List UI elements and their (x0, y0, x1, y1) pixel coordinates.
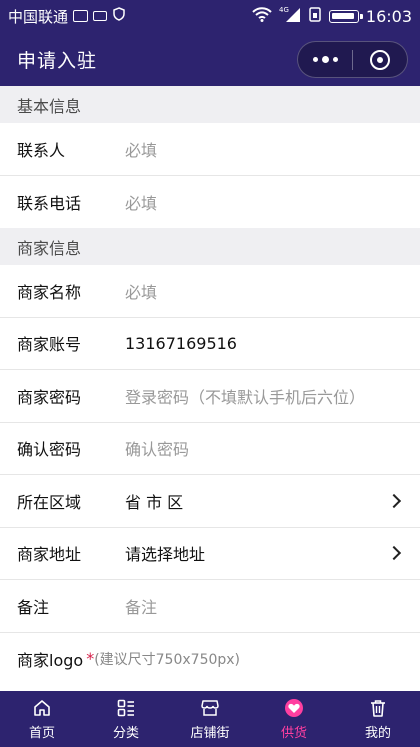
section-header-merchant: 商家信息 (0, 228, 420, 265)
battery-icon (328, 9, 363, 23)
tab-label: 分类 (112, 725, 139, 741)
contact-person-input[interactable]: 必填 (125, 137, 403, 161)
contact-phone-input[interactable]: 必填 (125, 190, 403, 214)
clock-time: 16:03 (365, 6, 412, 26)
home-icon (32, 698, 52, 718)
network-type: 4G (279, 6, 289, 14)
logo-size-hint: (建议尺寸750x750px) (94, 651, 241, 668)
mini-program-capsule (297, 41, 408, 78)
more-dots-icon[interactable] (298, 42, 352, 77)
merchant-account-input[interactable]: 13167169516 (125, 334, 403, 353)
carrier-name: 中国联通 (8, 7, 69, 26)
tab-label: 店铺街 (190, 725, 230, 741)
field-label: 联系电话 (17, 193, 82, 213)
sim-icon (308, 6, 322, 26)
contact-phone-row[interactable]: 联系电话 必填 (0, 176, 420, 229)
address-picker[interactable]: 请选择地址 (125, 541, 389, 565)
section-header-basic: 基本信息 (0, 86, 420, 123)
field-label: 备注 (17, 597, 50, 617)
heart-icon (284, 698, 304, 718)
remark-input[interactable]: 备注 (125, 594, 403, 618)
close-button[interactable] (353, 42, 407, 77)
merchant-name-input[interactable]: 必填 (125, 279, 403, 303)
address-row[interactable]: 商家地址 请选择地址 (0, 528, 420, 580)
shield-notification-icon (112, 7, 126, 25)
category-icon (116, 698, 136, 718)
tab-bar: 首页 分类 店铺街 供货 我的 (0, 691, 420, 747)
contact-person-row[interactable]: 联系人 必填 (0, 123, 420, 176)
chevron-right-icon (386, 546, 402, 561)
keyboard-notification-icon (93, 11, 108, 21)
trash-icon (368, 698, 388, 718)
logo-row: 商家logo * (建议尺寸750x750px) (0, 633, 420, 685)
field-label: 商家地址 (17, 545, 82, 565)
region-row[interactable]: 所在区域 省 市 区 (0, 475, 420, 528)
wifi-icon (252, 6, 272, 26)
tab-category[interactable]: 分类 (84, 691, 168, 747)
merchant-password-row[interactable]: 商家密码 登录密码（不填默认手机后六位） (0, 370, 420, 423)
field-label: 商家密码 (17, 387, 82, 407)
tab-store-street[interactable]: 店铺街 (168, 691, 252, 747)
field-label: 联系人 (17, 140, 66, 160)
page-title: 申请入驻 (17, 49, 98, 72)
tab-home[interactable]: 首页 (0, 691, 84, 747)
remark-row[interactable]: 备注 备注 (0, 580, 420, 633)
merchant-password-input[interactable]: 登录密码（不填默认手机后六位） (125, 384, 403, 408)
region-picker[interactable]: 省 市 区 (125, 489, 389, 513)
field-label: 所在区域 (17, 492, 82, 512)
signal-icon: 4G (279, 5, 301, 27)
target-circle-icon (370, 49, 390, 70)
status-bar: 中国联通 4G 16:03 (0, 0, 420, 32)
tab-label: 供货 (280, 725, 307, 741)
required-mark: * (86, 649, 95, 668)
merchant-name-row[interactable]: 商家名称 必填 (0, 265, 420, 318)
logo-label: 商家logo (17, 650, 84, 670)
store-icon (200, 698, 220, 718)
tab-supply[interactable]: 供货 (252, 691, 336, 747)
confirm-password-input[interactable]: 确认密码 (125, 436, 403, 460)
field-label: 确认密码 (17, 440, 82, 460)
image-notification-icon (73, 10, 89, 22)
field-label: 商家名称 (17, 282, 82, 302)
tab-mine[interactable]: 我的 (336, 691, 420, 747)
field-label: 商家账号 (17, 335, 82, 355)
form-content: 基本信息 联系人 必填 联系电话 必填 商家信息 商家名称 必填 商家账号 13… (0, 86, 420, 691)
merchant-account-row[interactable]: 商家账号 13167169516 (0, 318, 420, 370)
confirm-password-row[interactable]: 确认密码 确认密码 (0, 423, 420, 475)
chevron-right-icon (386, 493, 402, 508)
tab-label: 首页 (28, 725, 55, 741)
tab-label: 我的 (364, 725, 391, 741)
nav-bar: 申请入驻 (0, 32, 420, 86)
